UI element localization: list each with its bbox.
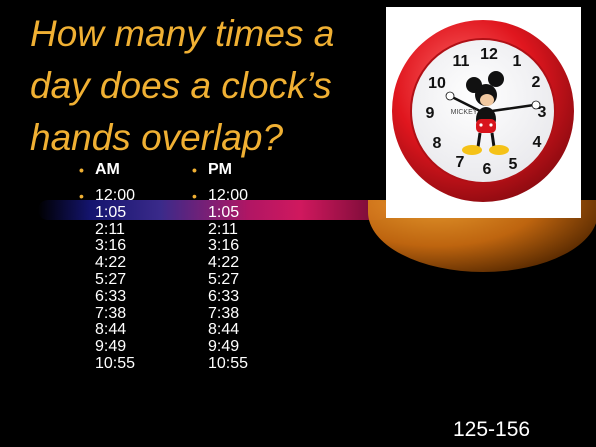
numeral-9: 9	[426, 105, 435, 122]
numeral-5: 5	[509, 156, 518, 173]
am-time: 9:49	[95, 338, 127, 356]
numeral-1: 1	[513, 53, 522, 70]
pm-time: 3:16	[208, 237, 240, 255]
pm-time: 9:49	[208, 338, 240, 356]
pm-time: 8:44	[208, 321, 240, 339]
numeral-12: 12	[480, 46, 498, 63]
slide-title: How many times a day does a clock’s hand…	[30, 8, 380, 164]
numeral-10: 10	[428, 75, 446, 92]
am-time: 2:11	[95, 220, 125, 238]
am-time: 4:22	[95, 254, 127, 272]
pm-time: 5:27	[208, 270, 240, 288]
title-line: hands overlap?	[30, 117, 284, 158]
am-column: • AM • 12:00 1:05 2:11 3:16 4:22 5:27 6:33…	[79, 158, 136, 373]
numeral-7: 7	[456, 154, 465, 171]
pm-heading: • PM	[192, 161, 232, 178]
mickey-mouse-clock-icon: 12 1 2 3 4 5 6 7 8 9 10 11 MICKEY	[392, 20, 574, 202]
am-time: 1:05	[95, 203, 127, 221]
clock-brand: MICKEY	[451, 109, 478, 116]
am-time: • 12:00	[79, 187, 136, 204]
slide: How many times a day does a clock’s hand…	[0, 0, 596, 447]
am-time: 5:27	[95, 270, 127, 288]
numeral-8: 8	[433, 135, 442, 152]
numeral-4: 4	[533, 134, 542, 151]
pm-time: 2:11	[208, 220, 238, 238]
am-time: 8:44	[95, 321, 127, 339]
pm-time: 7:38	[208, 304, 240, 322]
title-line: How many times a	[30, 13, 335, 54]
clock-image: 12 1 2 3 4 5 6 7 8 9 10 11 MICKEY	[386, 7, 581, 218]
am-time: 3:16	[95, 237, 127, 255]
title-line: day does a clock’s	[30, 65, 332, 106]
numeral-6: 6	[483, 161, 492, 178]
numeral-11: 11	[453, 53, 470, 70]
numeral-2: 2	[532, 74, 541, 91]
pm-time: 1:05	[208, 203, 240, 221]
am-time: 7:38	[95, 304, 127, 322]
pm-time: 4:22	[208, 254, 240, 272]
am-time: 10:55	[95, 354, 136, 372]
am-time: 6:33	[95, 287, 127, 305]
slide-number: 125-156	[453, 418, 531, 441]
am-heading: • AM	[79, 161, 120, 178]
pm-column: • PM • 12:00 1:05 2:11 3:16 4:22 5:27 6:33…	[192, 158, 249, 373]
pm-time: 10:55	[208, 354, 249, 372]
numeral-3: 3	[538, 104, 547, 121]
pm-time: 6:33	[208, 287, 240, 305]
pm-time: • 12:00	[192, 187, 249, 204]
